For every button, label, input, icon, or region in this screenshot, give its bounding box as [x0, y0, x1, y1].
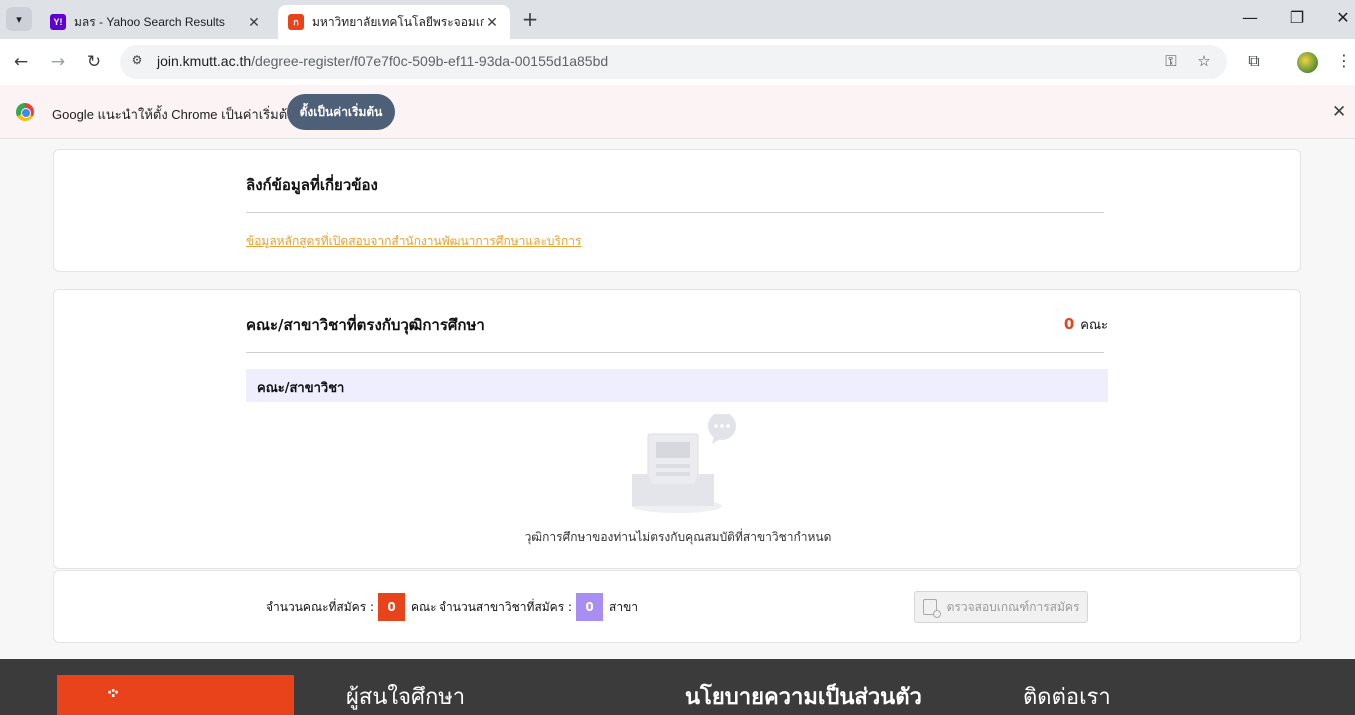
tab-strip: ▾ Y! มลร - Yahoo Search Results ✕ ก มหาว… — [0, 0, 1355, 39]
default-browser-infobar: Google แนะนำให้ตั้ง Chrome เป็นค่าเริ่มต… — [0, 85, 1355, 139]
forward-icon[interactable]: → — [46, 50, 70, 74]
faculty-applied-label: จำนวนคณะที่สมัคร : — [266, 599, 374, 614]
chrome-logo-icon — [16, 103, 34, 121]
menu-kebab-icon[interactable]: ⋮ — [1333, 51, 1355, 70]
close-tab-icon[interactable]: ✕ — [484, 14, 500, 31]
extensions-icon[interactable]: ⧉ — [1243, 51, 1265, 71]
restore-icon[interactable]: ❐ — [1285, 8, 1309, 27]
matching-faculties-card: คณะ/สาขาวิชาที่ตรงกับวุฒิการศึกษา 0 คณะ ค… — [53, 289, 1301, 569]
footer-prospective-students[interactable]: ผู้สนใจศึกษา — [346, 679, 465, 714]
application-summary-card: จำนวนคณะที่สมัคร : 0 คณะ จำนวนสาขาวิชาที… — [53, 570, 1301, 643]
kmutt-logo: ·:· — [57, 675, 294, 715]
page-content: ลิงก์ข้อมูลที่เกี่ยวข้อง ข้อมูลหลักสูตรท… — [0, 139, 1355, 715]
empty-state-message: วุฒิการศึกษาของท่านไม่ตรงกับคุณสมบัติที่… — [524, 530, 832, 544]
related-links-card: ลิงก์ข้อมูลที่เกี่ยวข้อง ข้อมูลหลักสูตรท… — [53, 149, 1301, 272]
tab-title: มลร - Yahoo Search Results — [74, 14, 225, 29]
close-window-icon[interactable]: ✕ — [1331, 8, 1355, 27]
divider — [246, 352, 1104, 353]
faculty-count-unit: คณะ — [1080, 318, 1108, 333]
minimize-icon[interactable]: — — [1238, 8, 1262, 27]
major-applied-unit: สาขา — [609, 599, 639, 614]
footer-privacy-policy[interactable]: นโยบายความเป็นส่วนตัว — [685, 679, 922, 714]
set-default-button[interactable]: ตั้งเป็นค่าเริ่มต้น — [287, 94, 395, 130]
address-bar[interactable]: ⚙ join.kmutt.ac.th/degree-register/f07e7… — [120, 45, 1227, 79]
profile-avatar[interactable] — [1297, 52, 1318, 73]
major-applied-count: 0 — [576, 593, 604, 621]
tab-search-button[interactable]: ▾ — [6, 7, 32, 31]
curriculum-info-link[interactable]: ข้อมูลหลักสูตรที่เปิดสอบจากสำนักงานพัฒนา… — [246, 232, 581, 251]
faculty-table-header: คณะ/สาขาวิชา — [246, 369, 1108, 402]
yahoo-favicon-icon: Y! — [50, 14, 66, 30]
footer-contact-us[interactable]: ติดต่อเรา — [1023, 679, 1111, 714]
tab-title: มหาวิทยาลัยเทคโนโลยีพระจอมเกล้าธ — [312, 14, 484, 29]
document-search-icon — [922, 599, 941, 618]
new-tab-button[interactable]: + — [518, 8, 542, 32]
divider — [246, 212, 1104, 213]
empty-inbox-icon — [632, 414, 736, 513]
infobar-message: Google แนะนำให้ตั้ง Chrome เป็นค่าเริ่มต… — [52, 107, 297, 122]
password-key-icon[interactable]: ⚿ — [1161, 52, 1181, 72]
major-applied-stat: จำนวนสาขาวิชาที่สมัคร : 0 สาขา — [439, 593, 638, 621]
close-infobar-icon[interactable]: ✕ — [1332, 102, 1346, 122]
bookmark-star-icon[interactable]: ☆ — [1194, 52, 1214, 72]
close-tab-icon[interactable]: ✕ — [246, 14, 262, 31]
major-applied-label: จำนวนสาขาวิชาที่สมัคร : — [439, 599, 573, 614]
kmutt-favicon-icon: ก — [288, 14, 304, 30]
matching-faculties-title: คณะ/สาขาวิชาที่ตรงกับวุฒิการศึกษา — [246, 316, 485, 334]
browser-toolbar: ← → ↻ ⚙ join.kmutt.ac.th/degree-register… — [0, 39, 1355, 85]
reload-icon[interactable]: ↻ — [82, 50, 106, 74]
back-icon[interactable]: ← — [9, 50, 33, 74]
faculty-count: 0 คณะ — [1064, 314, 1108, 335]
check-criteria-label: ตรวจสอบเกณฑ์การสมัคร — [946, 599, 1080, 614]
faculty-applied-count: 0 — [378, 593, 405, 621]
faculty-applied-unit: คณะ — [411, 599, 437, 614]
tab-yahoo[interactable]: Y! มลร - Yahoo Search Results ✕ — [40, 5, 272, 39]
site-footer: ·:· ผู้สนใจศึกษา นโยบายความเป็นส่วนตัว ต… — [0, 659, 1355, 715]
url-text: join.kmutt.ac.th/degree-register/f07e7f0… — [157, 53, 609, 69]
tab-kmutt[interactable]: ก มหาวิทยาลัยเทคโนโลยีพระจอมเกล้าธ ✕ — [278, 5, 510, 39]
site-settings-icon[interactable]: ⚙ — [129, 53, 145, 69]
faculty-count-number: 0 — [1063, 315, 1075, 333]
related-links-title: ลิงก์ข้อมูลที่เกี่ยวข้อง — [246, 176, 378, 194]
faculty-applied-stat: จำนวนคณะที่สมัคร : 0 คณะ — [266, 593, 437, 621]
check-criteria-button[interactable]: ตรวจสอบเกณฑ์การสมัคร — [914, 591, 1088, 623]
